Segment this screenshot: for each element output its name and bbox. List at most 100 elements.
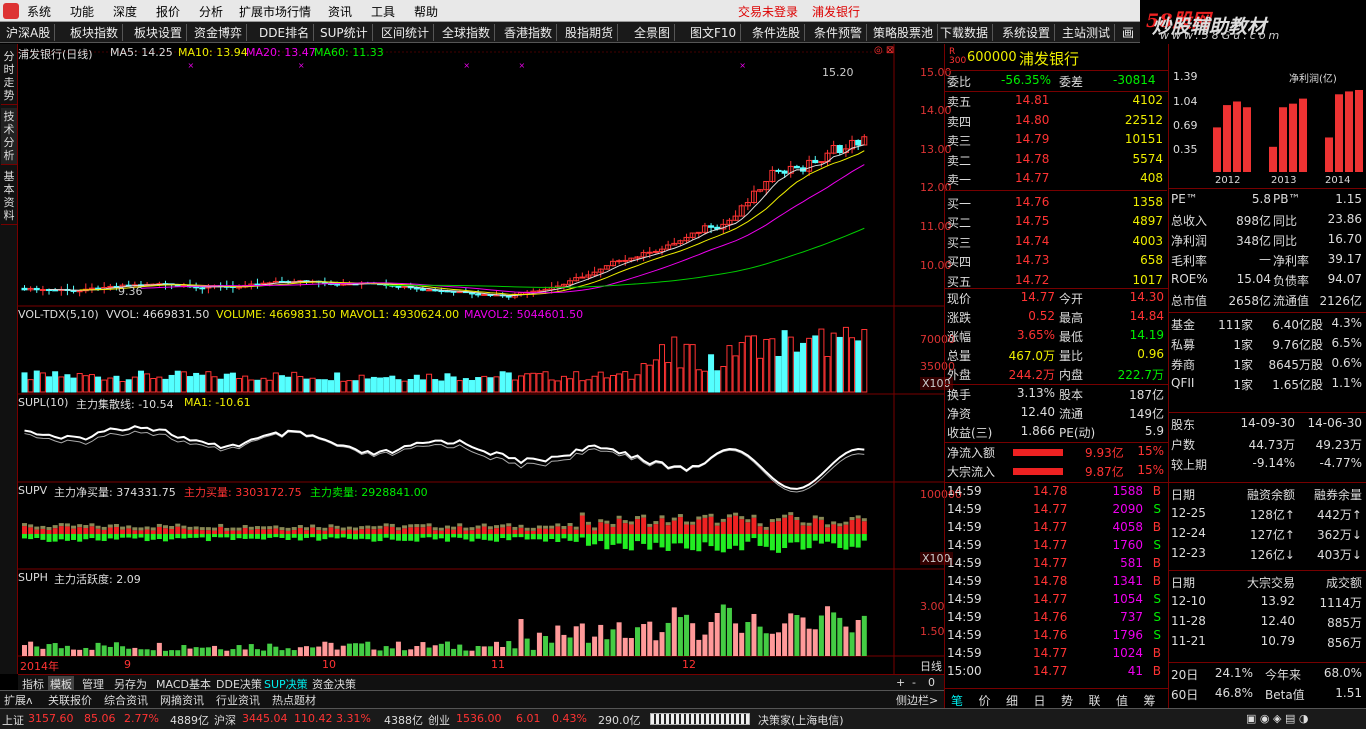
tb-sector-index[interactable]: 板块指数 <box>66 24 124 41</box>
menu-quote[interactable]: 报价 <box>156 3 180 20</box>
btab-zoom-out[interactable]: - <box>910 676 918 689</box>
volume-bar <box>505 372 512 393</box>
stat-label: 总量 <box>947 349 972 363</box>
tb-strategy-pool[interactable]: 策略股票池 <box>869 24 939 41</box>
ntab-general[interactable]: 综合资讯 <box>102 692 150 708</box>
tab-fundamentals[interactable]: 基本资料 <box>1 168 17 225</box>
quote-tab[interactable]: 细 <box>1006 692 1018 709</box>
supv-buy-bar <box>855 518 861 534</box>
menu-extended-market[interactable]: 扩展市场行情 <box>239 3 311 20</box>
sidebar-toggle[interactable]: 侧边栏> <box>894 692 940 708</box>
supv-sell-bar <box>242 534 248 539</box>
quote-tab[interactable]: 日 <box>1034 692 1046 709</box>
orderbook-row[interactable]: 买三 14.74 4003 <box>945 234 1167 252</box>
supv-net-bar <box>389 523 395 527</box>
menu-tools[interactable]: 工具 <box>371 3 395 20</box>
tick-row: 15:00 14.77 41 B <box>945 664 1167 682</box>
ntab-industry[interactable]: 行业资讯 <box>214 692 262 708</box>
tick-row: 14:59 14.76 737 S <box>945 610 1167 628</box>
menu-help[interactable]: 帮助 <box>414 3 438 20</box>
stat-value: 222.7万 <box>1117 368 1164 382</box>
tb-hs-a[interactable]: 沪深A股 <box>2 24 56 41</box>
quote-tab[interactable]: 势 <box>1061 692 1073 709</box>
fin-label: 同比 <box>1273 234 1298 248</box>
chart-close-icon[interactable]: ◎ ⊠ <box>874 45 894 56</box>
supv-net-bar <box>739 516 745 520</box>
menu-news[interactable]: 资讯 <box>328 3 352 20</box>
suph-bar <box>52 643 58 656</box>
tb-fund-game[interactable]: 资金博弈 <box>190 24 248 41</box>
suph-bar <box>322 641 328 656</box>
tb-draw[interactable]: 画 <box>1118 24 1138 41</box>
tb-hk-index[interactable]: 香港指数 <box>500 24 558 41</box>
menu-analysis[interactable]: 分析 <box>199 3 223 20</box>
quote-tab[interactable]: 价 <box>979 692 991 709</box>
tb-server-test[interactable]: 主站测试 <box>1058 24 1116 41</box>
btab-reset[interactable]: 0 <box>926 676 937 689</box>
tb-panorama[interactable]: 全景图 <box>630 24 676 41</box>
supv-sell-bar <box>212 534 218 538</box>
supv-sell-bar <box>303 534 309 538</box>
tb-f10[interactable]: 图文F10 <box>686 24 742 41</box>
tb-sup-stats[interactable]: SUP统计 <box>316 24 373 41</box>
main-chart-area[interactable]: × × × × × 15.20 9.36 浦发银行(日线) MA5: 14.25 MA1… <box>18 44 962 674</box>
tick-volume: 581 <box>1120 556 1143 570</box>
signal-marker: × <box>519 61 526 70</box>
suph-bar <box>377 650 383 656</box>
volume-bar <box>609 374 616 393</box>
period-label[interactable]: 日线 <box>920 658 942 674</box>
orderbook-row[interactable]: 卖五 14.81 4102 <box>945 93 1167 111</box>
menu-function[interactable]: 功能 <box>70 3 94 20</box>
quote-tab[interactable]: 值 <box>1116 692 1128 709</box>
tb-global-index[interactable]: 全球指数 <box>438 24 496 41</box>
tick-price: 14.77 <box>1033 556 1068 570</box>
tab-technical[interactable]: 技术分析 <box>1 108 17 165</box>
orderbook-row[interactable]: 卖四 14.80 22512 <box>945 113 1167 131</box>
ntab-expand[interactable]: 扩展ʌ <box>2 692 35 708</box>
orderbook-row[interactable]: 买四 14.73 658 <box>945 253 1167 271</box>
quote-tab[interactable]: 笔 <box>951 692 963 709</box>
ntab-digest[interactable]: 网摘资讯 <box>158 692 206 708</box>
tb-range-stats[interactable]: 区间统计 <box>377 24 435 41</box>
trade-login-status[interactable]: 交易未登录 <box>738 3 798 20</box>
volume-bar <box>444 373 451 393</box>
stat-label: 换手 <box>947 388 972 402</box>
volume-bar <box>793 351 800 393</box>
orderbook-row[interactable]: 卖三 14.79 10151 <box>945 132 1167 150</box>
table-cell: 12-25 <box>1171 506 1206 520</box>
btab-zoom-in[interactable]: + <box>894 676 907 689</box>
ntab-related[interactable]: 关联报价 <box>46 692 94 708</box>
orderbook-row[interactable]: 买二 14.75 4897 <box>945 214 1167 232</box>
quote-tab[interactable]: 联 <box>1089 692 1101 709</box>
suph-bar <box>573 626 579 656</box>
quote-tab[interactable]: 筹 <box>1144 692 1156 709</box>
tb-download[interactable]: 下载数据 <box>936 24 994 41</box>
orderbook-row[interactable]: 卖二 14.78 5574 <box>945 152 1167 170</box>
tb-condition-alert[interactable]: 条件预警 <box>810 24 868 41</box>
tray-icons[interactable]: ▣ ◉ ◈ ▤ ◑ <box>1246 712 1308 725</box>
chart-canvas[interactable]: × × × × × 15.20 9.36 <box>18 44 944 674</box>
inst-count: 1家 <box>1233 378 1253 392</box>
signal-marker: × <box>188 61 195 70</box>
rating-badge-icon: R 300 <box>949 47 967 66</box>
supv-buy-bar <box>708 516 714 534</box>
tb-condition-select[interactable]: 条件选股 <box>748 24 806 41</box>
orderbook-row[interactable]: 买一 14.76 1358 <box>945 195 1167 213</box>
stat-label: 股本 <box>1059 388 1084 402</box>
perf-value: 1.51 <box>1335 686 1362 700</box>
tb-dde-rank[interactable]: DDE排名 <box>255 24 315 41</box>
ntab-hot[interactable]: 热点题材 <box>270 692 318 708</box>
volume-bar <box>370 376 377 393</box>
suph-bar <box>763 633 769 656</box>
volume-bar <box>800 342 807 393</box>
tb-settings[interactable]: 系统设置 <box>998 24 1056 41</box>
menu-system[interactable]: 系统 <box>27 3 51 20</box>
supv-net-bar <box>346 526 352 530</box>
orderbook-row[interactable]: 卖一 14.77 408 <box>945 171 1167 191</box>
tab-intraday[interactable]: 分时走势 <box>1 48 17 105</box>
tb-sector-settings[interactable]: 板块设置 <box>130 24 188 41</box>
supv-net-bar <box>671 517 677 521</box>
tb-futures[interactable]: 股指期货 <box>561 24 619 41</box>
menu-depth[interactable]: 深度 <box>113 3 137 20</box>
supv-net-bar <box>267 526 273 530</box>
